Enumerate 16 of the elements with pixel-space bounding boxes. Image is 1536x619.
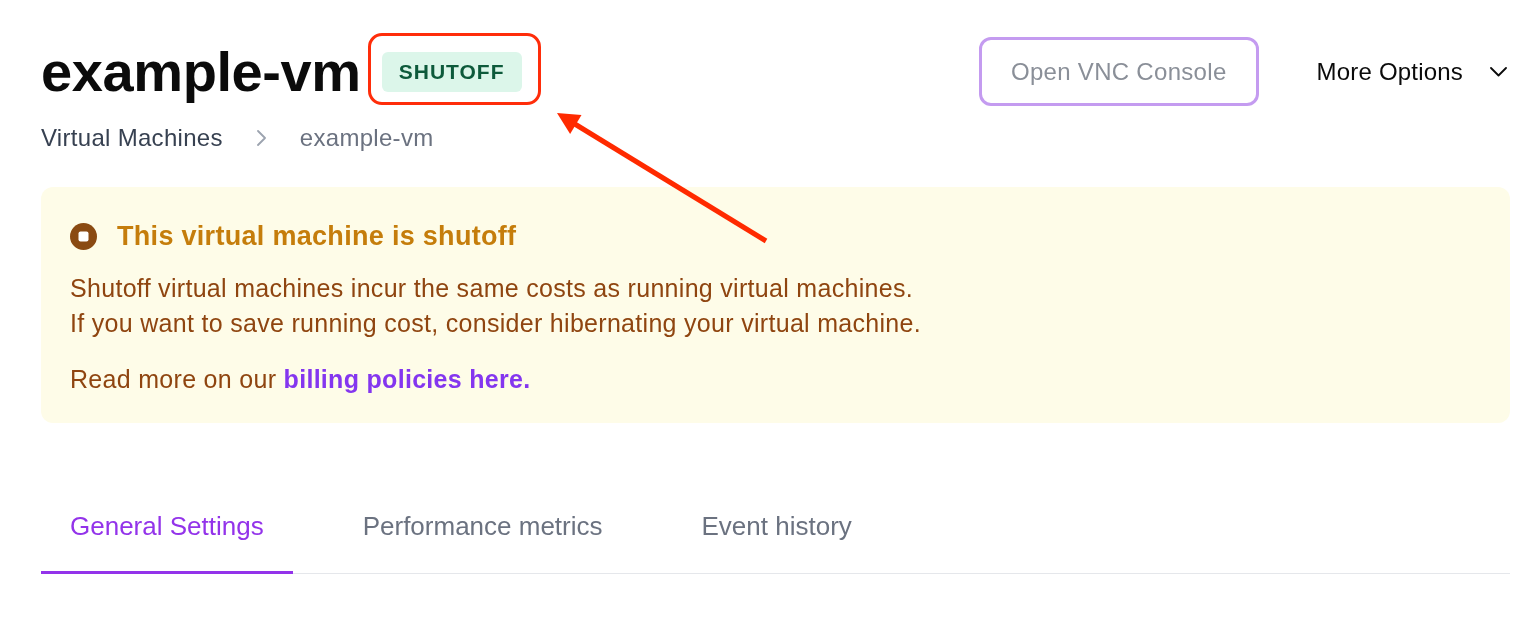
- tab[interactable]: Event history: [672, 499, 881, 574]
- alert-text: If you want to save running cost, consider hibernating your virtual machine.: [70, 308, 923, 339]
- breadcrumb-link[interactable]: Virtual Machines: [41, 123, 223, 153]
- stop-icon: [70, 222, 97, 250]
- tab[interactable]: Performance metrics: [333, 499, 632, 574]
- chevron-down-icon: [1490, 66, 1507, 77]
- tab[interactable]: General Settings: [41, 499, 293, 574]
- breadcrumb-link[interactable]: example-vm: [299, 123, 434, 153]
- billing-link[interactable]: billing policies here.: [283, 365, 531, 393]
- chevron-right-icon: [256, 130, 266, 146]
- alert-title: This virtual machine is shutoff: [117, 220, 517, 252]
- alert-text: Shutoff virtual machines incur the same costs as running virtual machines.: [70, 273, 914, 304]
- more-options-button[interactable]: More Options: [1316, 57, 1507, 86]
- status-badge: SHUTOFF: [381, 51, 522, 92]
- page-title: example-vm: [41, 39, 361, 104]
- billing-note: Read more on our billing policies here.: [70, 364, 532, 395]
